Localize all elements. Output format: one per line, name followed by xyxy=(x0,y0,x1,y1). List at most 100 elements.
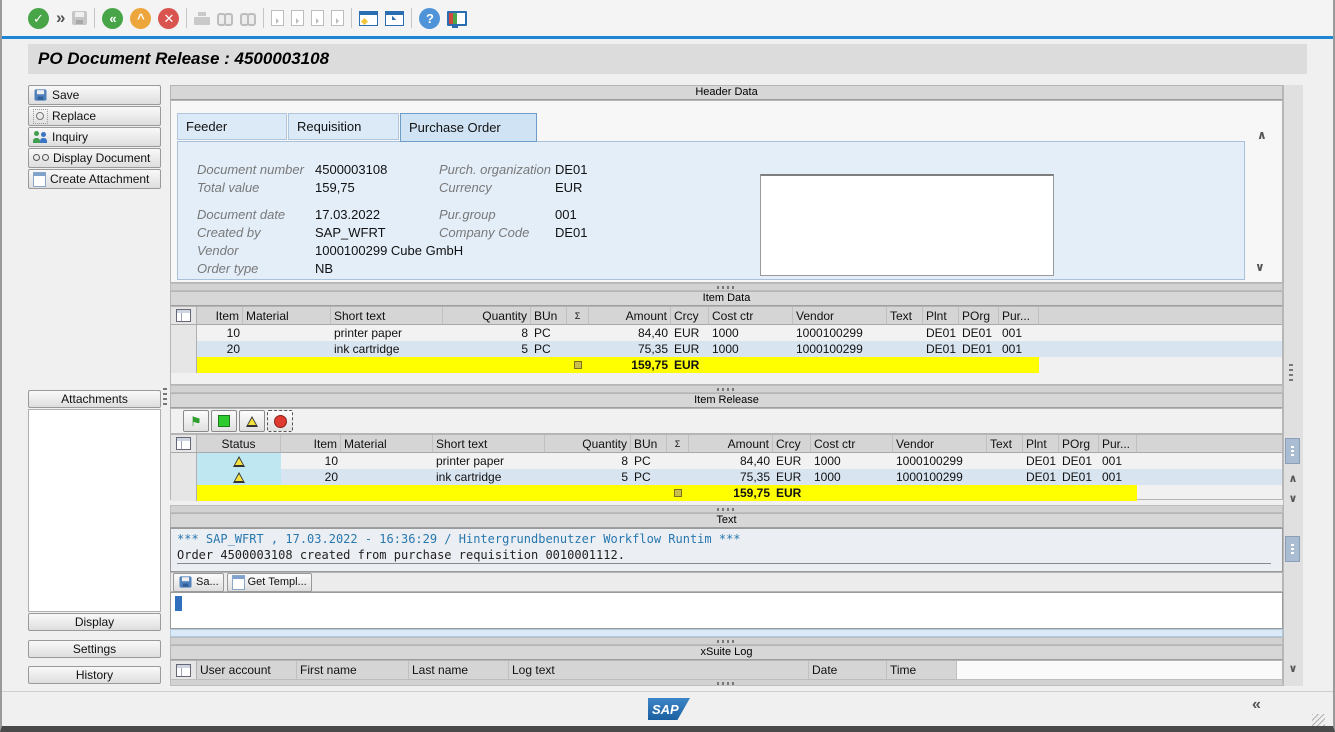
last-page-icon[interactable] xyxy=(331,10,344,26)
scroll-down-button[interactable]: ∨ xyxy=(1285,490,1301,506)
col-porg[interactable]: POrg xyxy=(1059,435,1099,453)
col-cost-ctr[interactable]: Cost ctr xyxy=(709,307,793,325)
col-text[interactable]: Text xyxy=(987,435,1023,453)
cancel-icon[interactable]: ✕ xyxy=(158,8,179,29)
col-plnt[interactable]: Plnt xyxy=(1023,435,1059,453)
col-material[interactable]: Material xyxy=(341,435,433,453)
save-icon[interactable] xyxy=(72,11,87,25)
item-data-row[interactable]: 20 ink cartridge 5 PC 75,35 EUR 1000 100… xyxy=(171,341,1282,357)
col-text[interactable]: Text xyxy=(887,307,923,325)
xsuite-scroll-down-button[interactable]: ∨ xyxy=(1285,660,1301,676)
col-pur[interactable]: Pur... xyxy=(1099,435,1137,453)
col-item[interactable]: Item xyxy=(197,307,243,325)
release-warning-button[interactable] xyxy=(239,410,265,432)
col-crcy[interactable]: Crcy xyxy=(773,435,811,453)
text-save-button[interactable]: Sa... xyxy=(173,573,224,592)
col-cost-ctr[interactable]: Cost ctr xyxy=(811,435,893,453)
tab-purchase-order[interactable]: Purchase Order xyxy=(400,113,537,142)
sidebar-save-button[interactable]: Save xyxy=(28,85,161,105)
col-crcy[interactable]: Crcy xyxy=(671,307,709,325)
back-icon[interactable]: « xyxy=(102,8,123,29)
row-select-cell[interactable] xyxy=(171,469,197,485)
col-sum[interactable]: Σ xyxy=(567,307,589,325)
col-short-text[interactable]: Short text xyxy=(331,307,443,325)
item-release-row[interactable]: 20 ink cartridge 5 PC 75,35 EUR 1000 100… xyxy=(171,469,1282,485)
help-icon[interactable]: ? xyxy=(419,8,440,29)
col-material[interactable]: Material xyxy=(243,307,331,325)
col-pur[interactable]: Pur... xyxy=(999,307,1039,325)
find-next-icon[interactable] xyxy=(240,12,256,24)
previous-page-icon[interactable] xyxy=(291,10,304,26)
table-splitter-handle[interactable] xyxy=(1289,364,1293,384)
col-amount[interactable]: Amount xyxy=(589,307,671,325)
attachments-button[interactable]: Attachments xyxy=(28,390,161,408)
sidebar-inquiry-button[interactable]: Inquiry xyxy=(28,127,161,147)
sidebar-create-attachment-button[interactable]: Create Attachment xyxy=(28,169,161,189)
history-button[interactable]: History xyxy=(28,666,161,684)
status-cell[interactable] xyxy=(197,453,281,469)
col-bun[interactable]: BUn xyxy=(631,435,667,453)
scroll-up-button[interactable]: ∧ xyxy=(1285,470,1301,486)
status-cell[interactable] xyxy=(197,469,281,485)
col-item[interactable]: Item xyxy=(281,435,341,453)
row-select-cell[interactable] xyxy=(171,453,197,469)
next-page-icon[interactable] xyxy=(311,10,324,26)
section-splitter[interactable] xyxy=(170,385,1283,393)
col-porg[interactable]: POrg xyxy=(959,307,999,325)
find-icon[interactable] xyxy=(217,12,233,24)
layout-config-cell[interactable] xyxy=(171,435,197,453)
section-splitter[interactable] xyxy=(170,637,1283,645)
header-memo-box[interactable] xyxy=(760,174,1054,276)
release-approve-button[interactable] xyxy=(211,410,237,432)
display-button[interactable]: Display xyxy=(28,613,161,631)
item-release-row[interactable]: 10 printer paper 8 PC 84,40 EUR 1000 100… xyxy=(171,453,1282,469)
first-page-icon[interactable] xyxy=(271,10,284,26)
sidebar-replace-button[interactable]: Replace xyxy=(28,106,161,126)
customize-layout-icon[interactable] xyxy=(447,11,467,26)
col-first-name[interactable]: First name xyxy=(297,661,409,680)
col-date[interactable]: Date xyxy=(809,661,887,680)
sidebar-display-document-button[interactable]: Display Document xyxy=(28,148,161,168)
col-amount[interactable]: Amount xyxy=(689,435,773,453)
col-bun[interactable]: BUn xyxy=(531,307,567,325)
layout-config-cell[interactable] xyxy=(171,661,197,680)
item-data-row[interactable]: 10 printer paper 8 PC 84,40 EUR 1000 100… xyxy=(171,325,1282,341)
row-select-cell[interactable] xyxy=(171,341,197,357)
new-session-icon[interactable] xyxy=(359,11,378,26)
release-flag-button[interactable]: ⚑ xyxy=(183,410,209,432)
settings-button[interactable]: Settings xyxy=(28,640,161,658)
collapse-statusbar-button[interactable]: « xyxy=(1252,696,1261,714)
release-scroll-menu-button[interactable] xyxy=(1285,438,1300,464)
col-quantity[interactable]: Quantity xyxy=(443,307,531,325)
col-sum[interactable]: Σ xyxy=(667,435,689,453)
row-select-cell[interactable] xyxy=(171,325,197,341)
tab-requisition[interactable]: Requisition xyxy=(288,113,399,140)
create-shortcut-icon[interactable] xyxy=(385,11,404,26)
scroll-up-icon[interactable]: ∧ xyxy=(1257,129,1267,141)
col-time[interactable]: Time xyxy=(887,661,957,680)
section-splitter[interactable] xyxy=(170,283,1283,291)
col-plnt[interactable]: Plnt xyxy=(923,307,959,325)
sidebar-splitter-handle[interactable] xyxy=(163,388,167,408)
col-vendor[interactable]: Vendor xyxy=(793,307,887,325)
text-edit-area[interactable] xyxy=(170,592,1283,629)
print-icon[interactable] xyxy=(194,12,210,25)
col-last-name[interactable]: Last name xyxy=(409,661,509,680)
get-template-button[interactable]: Get Templ... xyxy=(227,573,312,592)
col-log-text[interactable]: Log text xyxy=(509,661,809,680)
release-reject-button[interactable] xyxy=(267,410,293,432)
section-splitter[interactable] xyxy=(170,679,1283,686)
section-splitter[interactable] xyxy=(170,505,1283,513)
col-vendor[interactable]: Vendor xyxy=(893,435,987,453)
col-user-account[interactable]: User account xyxy=(197,661,297,680)
tab-feeder[interactable]: Feeder xyxy=(177,113,287,140)
text-scroll-menu-button[interactable] xyxy=(1285,536,1300,562)
exit-icon[interactable]: ^ xyxy=(130,8,151,29)
text-log-view[interactable]: *** SAP_WFRT , 17.03.2022 - 16:36:29 / H… xyxy=(170,528,1283,572)
enter-icon[interactable]: ✓ xyxy=(28,8,49,29)
more-commands-icon[interactable]: » xyxy=(56,8,65,28)
col-quantity[interactable]: Quantity xyxy=(545,435,631,453)
col-status[interactable]: Status xyxy=(197,435,281,453)
col-short-text[interactable]: Short text xyxy=(433,435,545,453)
scroll-down-icon[interactable]: ∨ xyxy=(1255,261,1265,273)
